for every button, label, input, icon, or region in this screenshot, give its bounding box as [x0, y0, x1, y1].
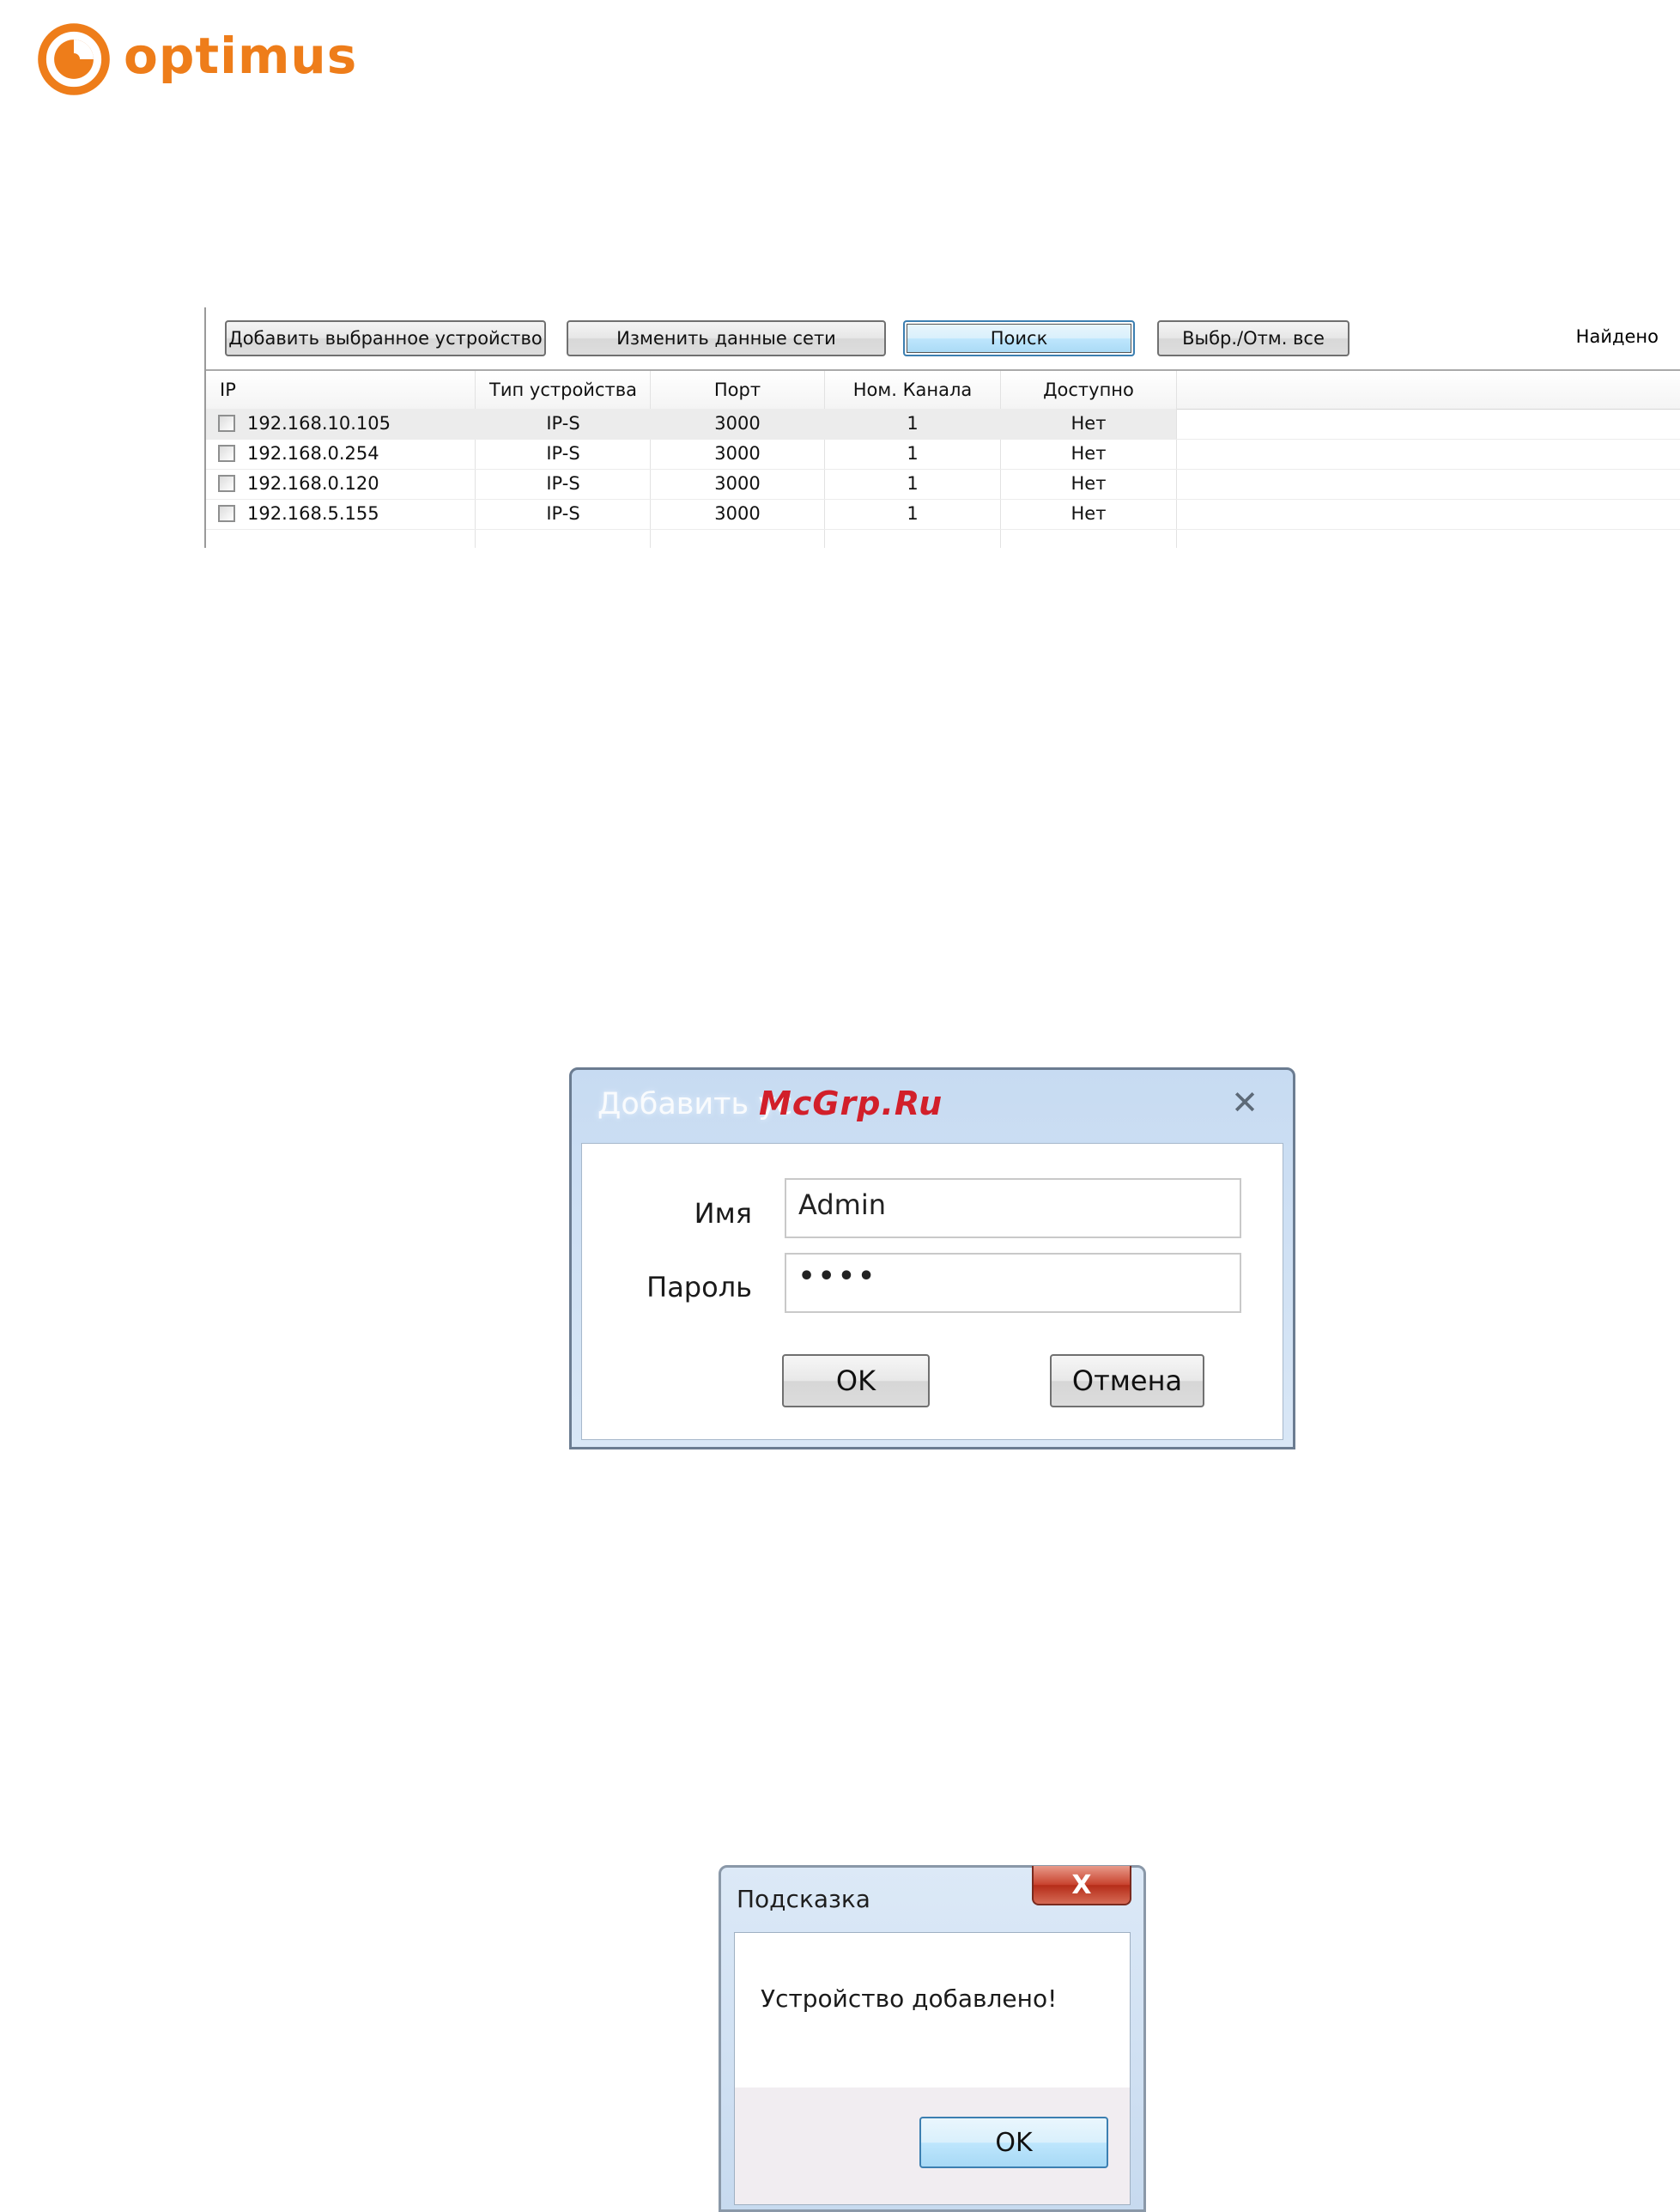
cell-ip: 192.168.5.155	[247, 503, 379, 524]
message-text: Устройство добавлено!	[761, 1984, 1058, 2013]
hint-dialog: Подсказка X Устройство добавлено! OK	[719, 1865, 1146, 2212]
change-network-button[interactable]: Изменить данные сети	[567, 320, 886, 356]
cell-available: Нет	[1070, 413, 1107, 434]
row-checkbox[interactable]	[218, 505, 235, 522]
cell-port: 3000	[714, 503, 761, 524]
logo-text: optimus	[124, 27, 358, 85]
row-checkbox[interactable]	[218, 415, 235, 432]
device-table: IP Тип устройства Порт Ном. Канала Досту…	[206, 371, 1680, 548]
toolbar: Добавить выбранное устройство Изменить д…	[206, 307, 1680, 369]
device-search-panel: Добавить выбранное устройство Изменить д…	[204, 307, 1680, 548]
cell-channel: 1	[907, 443, 919, 464]
row-checkbox[interactable]	[218, 475, 235, 492]
column-header-port[interactable]: Порт	[650, 380, 825, 400]
cell-type: IP-S	[546, 443, 580, 464]
table-header: IP Тип устройства Порт Ном. Канала Досту…	[206, 371, 1680, 410]
search-button[interactable]: Поиск	[903, 320, 1135, 356]
ok-button[interactable]: OK	[919, 2117, 1108, 2168]
cell-port: 3000	[714, 443, 761, 464]
dialog-title: Подсказка	[737, 1885, 870, 1913]
cell-ip: 192.168.10.105	[247, 413, 391, 434]
add-selected-device-button[interactable]: Добавить выбранное устройство	[225, 320, 546, 356]
cell-channel: 1	[907, 473, 919, 494]
ok-button[interactable]: OK	[782, 1354, 930, 1407]
cell-channel: 1	[907, 413, 919, 434]
password-input[interactable]: ••••	[785, 1253, 1241, 1313]
row-checkbox[interactable]	[218, 445, 235, 462]
close-icon[interactable]: ✕	[1231, 1084, 1258, 1121]
column-header-type[interactable]: Тип устройства	[475, 380, 652, 400]
select-all-button[interactable]: Выбр./Отм. все	[1157, 320, 1349, 356]
cell-channel: 1	[907, 503, 919, 524]
add-device-dialog: Добавить ус ✕ Имя Admin Пароль •••• OK О…	[569, 1067, 1295, 1449]
column-header-channel[interactable]: Ном. Канала	[824, 380, 1001, 400]
table-row[interactable]: 192.168.0.254 IP-S 3000 1 Нет	[206, 439, 1680, 470]
found-label: Найдено	[1575, 326, 1659, 347]
cancel-button[interactable]: Отмена	[1050, 1354, 1204, 1407]
cell-type: IP-S	[546, 473, 580, 494]
watermark: McGrp.Ru	[759, 1085, 943, 1122]
dialog-body: Имя Admin Пароль •••• OK Отмена	[581, 1143, 1283, 1440]
name-label: Имя	[694, 1197, 752, 1230]
table-row[interactable]: 192.168.5.155 IP-S 3000 1 Нет	[206, 499, 1680, 530]
optimus-logo-icon	[38, 23, 110, 95]
cell-port: 3000	[714, 413, 761, 434]
close-icon[interactable]: X	[1032, 1866, 1131, 1905]
column-header-available[interactable]: Доступно	[1000, 380, 1177, 400]
cell-port: 3000	[714, 473, 761, 494]
name-input[interactable]: Admin	[785, 1178, 1241, 1238]
table-row[interactable]: 192.168.10.105 IP-S 3000 1 Нет	[206, 409, 1680, 440]
column-header-ip[interactable]: IP	[220, 380, 236, 400]
dialog-footer: OK	[735, 2087, 1130, 2204]
dialog-body: Устройство добавлено! OK	[734, 1932, 1131, 2205]
cell-available: Нет	[1070, 473, 1107, 494]
optimus-logo: optimus	[36, 21, 357, 98]
cell-available: Нет	[1070, 503, 1107, 524]
cell-available: Нет	[1070, 443, 1107, 464]
cell-type: IP-S	[546, 413, 580, 434]
password-label: Пароль	[646, 1271, 752, 1304]
cell-ip: 192.168.0.254	[247, 443, 379, 464]
table-row[interactable]: 192.168.0.120 IP-S 3000 1 Нет	[206, 469, 1680, 500]
cell-type: IP-S	[546, 503, 580, 524]
cell-ip: 192.168.0.120	[247, 473, 379, 494]
